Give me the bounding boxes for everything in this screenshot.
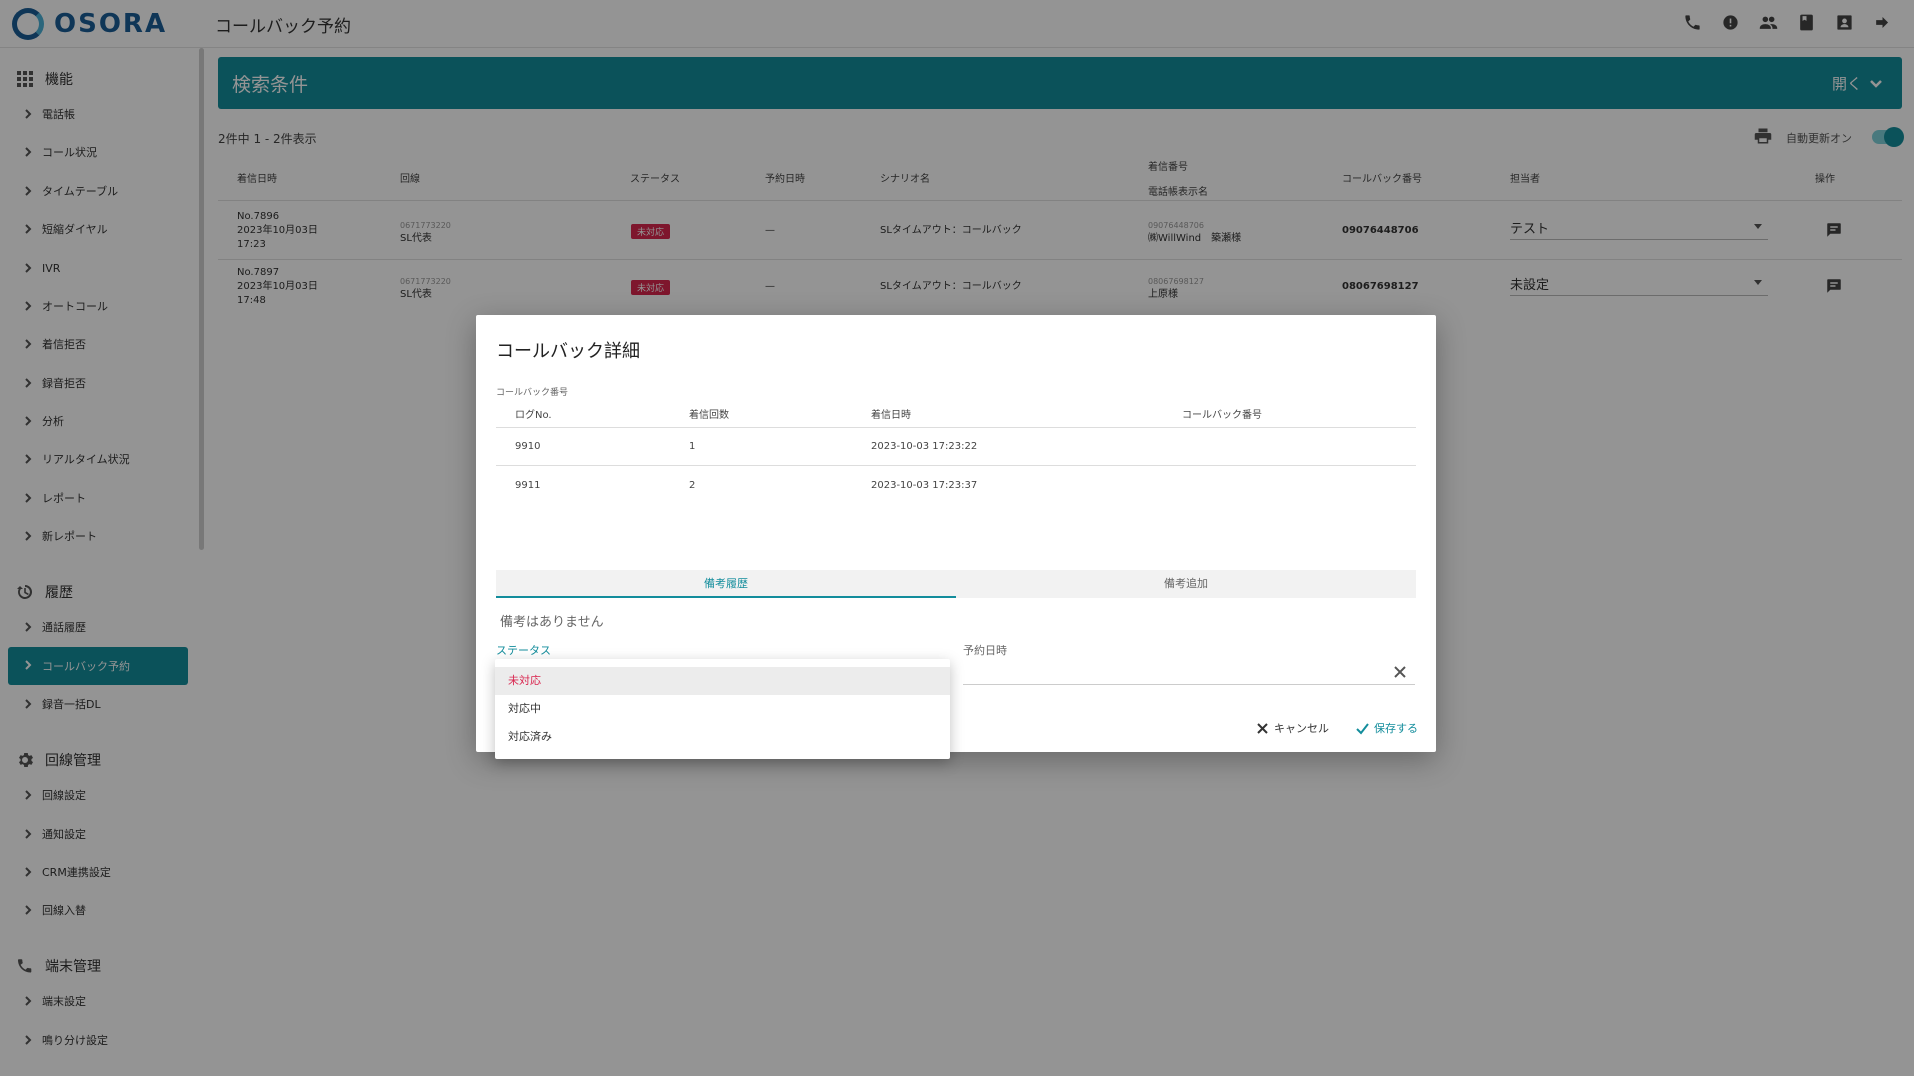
modal-log-no: 9910 <box>515 441 541 452</box>
modal-header-log-no: ログNo. <box>515 410 552 421</box>
save-button[interactable]: 保存する <box>1356 720 1418 736</box>
modal-header-received-at: 着信日時 <box>871 410 911 421</box>
modal-log-no: 9911 <box>515 480 541 491</box>
status-option-in-progress[interactable]: 対応中 <box>495 695 950 723</box>
tab-memo-add[interactable]: 備考追加 <box>956 570 1416 598</box>
status-dropdown-menu: 未対応 対応中 対応済み <box>495 659 950 759</box>
reservation-date-label: 予約日時 <box>963 644 1007 657</box>
status-option-done[interactable]: 対応済み <box>495 723 950 751</box>
close-icon <box>1257 722 1268 734</box>
cancel-label: キャンセル <box>1274 722 1329 735</box>
modal-count: 2 <box>689 480 696 491</box>
memo-tabs: 備考履歴 備考追加 <box>496 570 1416 598</box>
tab-memo-history[interactable]: 備考履歴 <box>496 570 956 598</box>
no-memo-text: 備考はありません <box>500 615 604 630</box>
modal-table-divider <box>496 427 1416 428</box>
check-icon <box>1356 722 1369 735</box>
modal-received-at: 2023-10-03 17:23:37 <box>871 480 978 491</box>
save-label: 保存する <box>1374 722 1418 735</box>
status-option-unhandled[interactable]: 未対応 <box>495 667 950 695</box>
modal-received-at: 2023-10-03 17:23:22 <box>871 441 978 452</box>
modal-header-callback-number: コールバック番号 <box>1182 410 1262 421</box>
reservation-date-input[interactable] <box>963 663 1415 685</box>
close-icon[interactable] <box>1393 665 1407 679</box>
status-field-label: ステータス <box>496 644 551 657</box>
modal-title: コールバック詳細 <box>496 341 640 362</box>
modal-header-count: 着信回数 <box>689 410 729 421</box>
cancel-button[interactable]: キャンセル <box>1256 720 1329 736</box>
modal-count: 1 <box>689 441 696 452</box>
modal-row-divider <box>496 465 1416 466</box>
modal-caption: コールバック番号 <box>496 388 569 398</box>
